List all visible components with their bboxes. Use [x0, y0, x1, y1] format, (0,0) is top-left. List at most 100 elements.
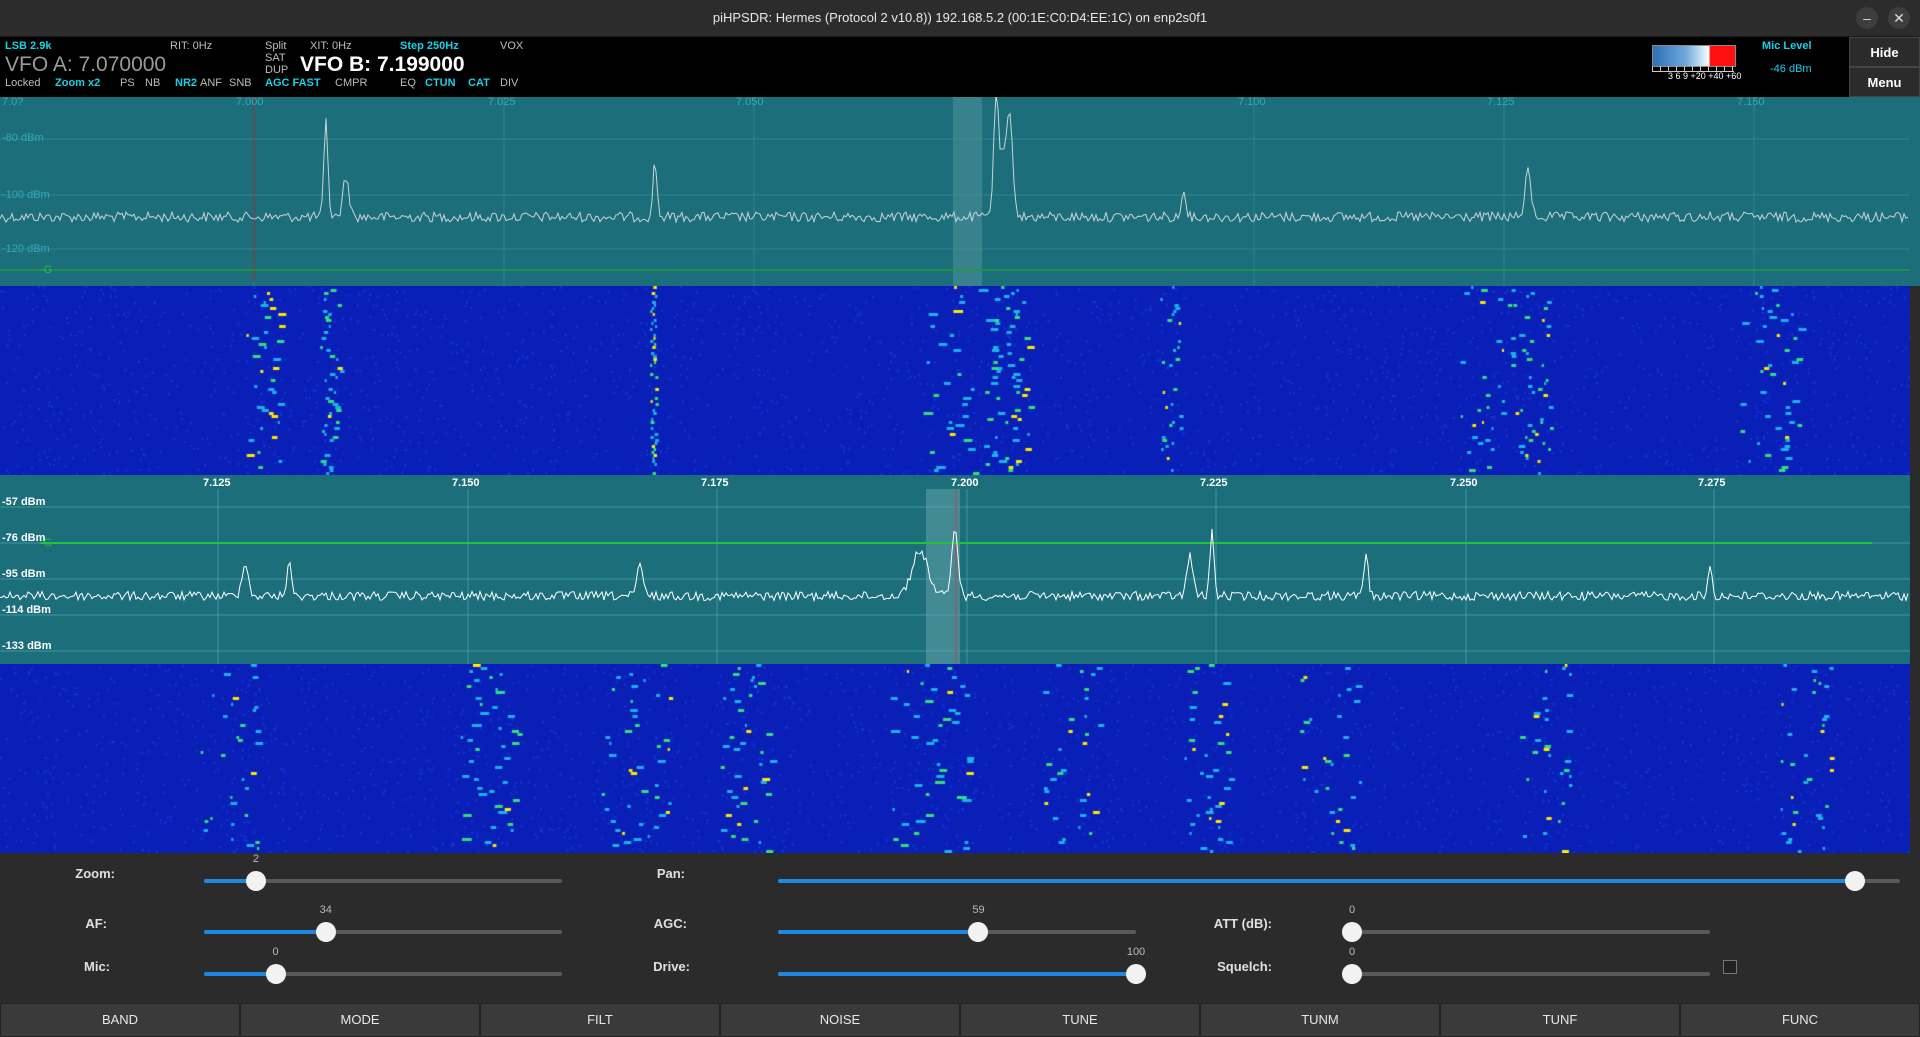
panadapter-a-svg[interactable]: 7.0? 7.000 7.025 7.050 7.100 7.125 7.150… [0, 97, 1920, 286]
zoom-label[interactable]: Zoom x2 [55, 77, 100, 89]
drive-slider[interactable]: 100 [778, 946, 1146, 984]
agc-slider[interactable]: 59 [778, 904, 1136, 942]
func-button[interactable]: FUNC [1680, 1003, 1920, 1037]
vfo-b-frequency[interactable]: VFO B: 7.199000 [300, 53, 465, 77]
hide-button[interactable]: Hide [1849, 37, 1920, 67]
waterfall-a[interactable] [0, 286, 1910, 475]
drive-slider-knob[interactable] [1126, 964, 1146, 984]
sat-label[interactable]: SAT [265, 52, 286, 64]
split-label[interactable]: Split [265, 40, 286, 52]
mic-level-label: Mic Level [1762, 40, 1812, 52]
att-slider-label: ATT (dB): [1213, 916, 1272, 931]
pan-a-freq-0: 7.0? [2, 97, 23, 108]
pan-b-freq-6: 7.275 [1698, 477, 1726, 489]
cmpr-label[interactable]: CMPR [335, 77, 367, 89]
att-slider-value: 0 [1348, 904, 1356, 916]
bottom-toolbar: BAND MODE FILT NOISE TUNE TUNM TUNF FUNC [0, 1003, 1920, 1037]
filt-button[interactable]: FILT [480, 1003, 720, 1037]
squelch-slider-label: Squelch: [1217, 959, 1272, 974]
pan-slider-knob[interactable] [1845, 871, 1866, 891]
step-label[interactable]: Step 250Hz [400, 40, 459, 52]
squelch-slider-knob[interactable] [1342, 964, 1362, 984]
pan-a-dbm-1: -100 dBm [2, 189, 50, 201]
anf-label[interactable]: ANF [200, 77, 222, 89]
ps-label[interactable]: PS [120, 77, 135, 89]
close-button[interactable]: ✕ [1888, 7, 1910, 29]
af-slider-label: AF: [85, 916, 107, 931]
squelch-slider[interactable]: 0 [1342, 946, 1710, 984]
att-slider[interactable]: 0 [1342, 904, 1710, 942]
pan-b-freq-3: 7.200 [951, 477, 979, 489]
mic-slider-value: 0 [272, 946, 279, 958]
zoom-slider-knob[interactable] [245, 871, 266, 891]
eq-label[interactable]: EQ [400, 77, 416, 89]
panadapter-b-svg[interactable]: 7.125 7.150 7.175 7.200 7.225 7.250 7.27… [0, 475, 1920, 664]
panadapter-a[interactable]: 7.0? 7.000 7.025 7.050 7.100 7.125 7.150… [0, 97, 1920, 286]
pan-a-freq-2: 7.025 [488, 97, 516, 108]
agc-slider-label: AGC: [653, 916, 687, 931]
cat-label[interactable]: CAT [468, 77, 490, 89]
nr2-label[interactable]: NR2 [175, 77, 197, 89]
snb-label[interactable]: SNB [229, 77, 252, 89]
zoom-slider-label: Zoom: [75, 866, 115, 881]
waterfall-b[interactable] [0, 664, 1910, 853]
ctun-label[interactable]: CTUN [425, 77, 456, 89]
pan-a-agc-marker: -G [40, 264, 52, 276]
drive-slider-label: Drive: [653, 959, 690, 974]
agc-slider-knob[interactable] [968, 922, 989, 942]
af-slider[interactable]: 34 [204, 904, 562, 942]
div-label[interactable]: DIV [500, 77, 518, 89]
pan-a-freq-5: 7.125 [1487, 97, 1515, 108]
mode-button[interactable]: MODE [240, 1003, 480, 1037]
vfo-bar[interactable]: LSB 2.9k VFO A: 7.070000 RIT: 0Hz Split … [0, 37, 1849, 97]
pan-b-dbm-0: -57 dBm [2, 496, 46, 508]
att-slider-knob[interactable] [1342, 922, 1362, 942]
pan-a-freq-3: 7.050 [736, 97, 764, 108]
dup-label[interactable]: DUP [265, 64, 288, 76]
pan-b-freq-5: 7.250 [1450, 477, 1478, 489]
tunf-button[interactable]: TUNF [1440, 1003, 1680, 1037]
af-slider-value: 34 [319, 904, 332, 916]
menu-button[interactable]: Menu [1849, 67, 1920, 97]
band-button[interactable]: BAND [0, 1003, 240, 1037]
mic-dbm-readout: -46 dBm [1770, 63, 1812, 75]
tune-button[interactable]: TUNE [960, 1003, 1200, 1037]
pan-a-freq-6: 7.150 [1737, 97, 1765, 108]
mic-meter [1652, 45, 1736, 67]
mic-slider[interactable]: 0 [204, 946, 562, 984]
pan-a-freq-4: 7.100 [1238, 97, 1266, 108]
minimize-button[interactable]: – [1856, 7, 1878, 29]
mic-meter-scale: 3 6 9 +20 +40 +60 [1668, 71, 1742, 81]
rit-label[interactable]: RIT: 0Hz [170, 40, 212, 52]
window-titlebar: piHPSDR: Hermes (Protocol 2 v10.8)) 192.… [0, 0, 1920, 37]
pan-b-dbm-2: -95 dBm [2, 568, 46, 580]
tunm-button[interactable]: TUNM [1200, 1003, 1440, 1037]
xit-label[interactable]: XIT: 0Hz [310, 40, 352, 52]
af-slider-knob[interactable] [315, 922, 336, 942]
squelch-slider-value: 0 [1348, 946, 1356, 958]
mic-slider-knob[interactable] [265, 964, 286, 984]
pan-slider-label: Pan: [656, 866, 685, 881]
vox-label[interactable]: VOX [500, 40, 523, 52]
agc-slider-value: 59 [972, 904, 985, 916]
drive-slider-value: 100 [1126, 946, 1146, 958]
pan-a-freq-1: 7.000 [236, 97, 264, 108]
pan-b-dbm-4: -133 dBm [2, 640, 52, 652]
pan-a-dbm-0: -80 dBm [2, 132, 44, 144]
panadapter-b[interactable]: 7.125 7.150 7.175 7.200 7.225 7.250 7.27… [0, 475, 1920, 664]
pan-b-agc-marker: -G [40, 537, 52, 549]
zoom-slider[interactable]: 2 [204, 853, 562, 891]
vfo-a-frequency[interactable]: VFO A: 7.070000 [5, 53, 166, 77]
controls-panel: Zoom: 2 Pan: AF: 34 AGC: 59 ATT (dB): 0 … [0, 853, 1920, 1003]
noise-button[interactable]: NOISE [720, 1003, 960, 1037]
squelch-enable-checkbox[interactable] [1723, 960, 1737, 974]
pan-b-dbm-3: -114 dBm [2, 604, 51, 616]
locked-label[interactable]: Locked [5, 77, 40, 89]
pan-a-dbm-2: -120 dBm [2, 243, 50, 255]
nb-label[interactable]: NB [145, 77, 160, 89]
pan-slider[interactable] [778, 871, 1900, 891]
agc-label[interactable]: AGC FAST [265, 77, 321, 89]
mode-filter-label[interactable]: LSB 2.9k [5, 40, 51, 52]
pan-b-freq-2: 7.175 [701, 477, 729, 489]
window-title: piHPSDR: Hermes (Protocol 2 v10.8)) 192.… [712, 10, 1208, 25]
